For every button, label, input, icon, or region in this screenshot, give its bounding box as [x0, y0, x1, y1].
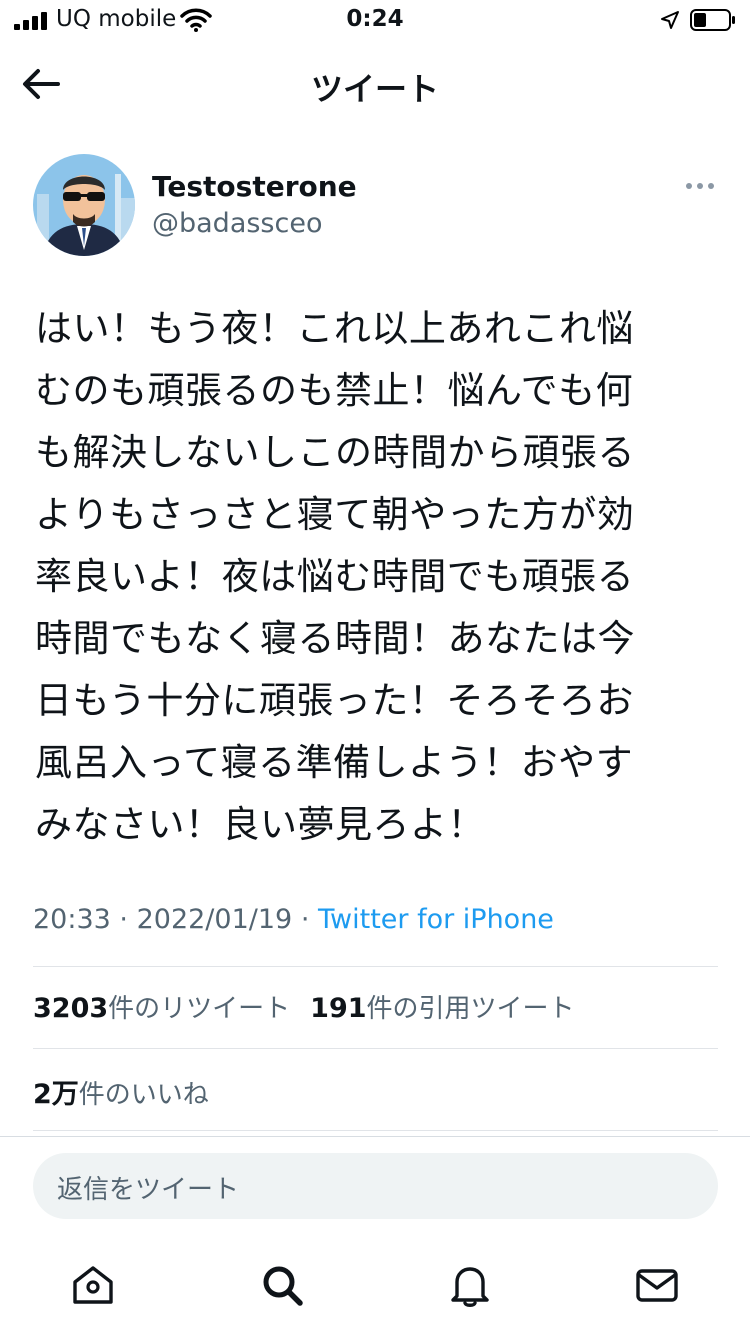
- retweets-count: 3203: [33, 993, 109, 1024]
- meta-separator: ·: [119, 904, 128, 935]
- likes-label: 件のいいね: [78, 1080, 209, 1110]
- divider: [33, 966, 718, 967]
- quotes-label: 件の引用ツイート: [366, 994, 575, 1024]
- engagement-stats: 3203件のリツイート 191件の引用ツイート: [33, 988, 575, 1025]
- reply-placeholder: 返信をツイート: [57, 1175, 240, 1205]
- tweet-source-link[interactable]: Twitter for iPhone: [318, 904, 554, 935]
- retweets-link[interactable]: 3203件のリツイート: [33, 993, 291, 1024]
- notifications-icon[interactable]: [447, 1262, 493, 1308]
- tweet-text: はい！もう夜！これ以上あれこれ悩 むのも頑張るのも禁止！悩んでも何 も解決しない…: [35, 307, 635, 846]
- divider: [33, 1048, 718, 1049]
- clock: 0:24: [346, 6, 404, 32]
- meta-separator: ·: [300, 904, 310, 935]
- status-bar: UQ mobile 0:24: [0, 0, 750, 42]
- avatar-illustration: [33, 154, 135, 256]
- top-bar: ツイート: [0, 50, 750, 120]
- reply-bar-divider: [0, 1136, 750, 1137]
- location-arrow-icon: [661, 11, 679, 29]
- home-icon[interactable]: [70, 1262, 116, 1308]
- quotes-link[interactable]: 191件の引用ツイート: [310, 993, 575, 1024]
- author-handle[interactable]: @badassceo: [152, 208, 322, 239]
- likes-link[interactable]: 2万件のいいね: [33, 1072, 209, 1111]
- battery-icon: [690, 9, 735, 31]
- retweets-label: 件のリツイート: [108, 994, 291, 1024]
- search-icon[interactable]: [259, 1262, 305, 1308]
- tweet-date: 2022/01/19: [136, 904, 293, 935]
- page-title: ツイート: [310, 70, 439, 108]
- bottom-tab-bar: [0, 1250, 750, 1334]
- author-avatar[interactable]: [33, 154, 135, 256]
- divider: [33, 1130, 718, 1131]
- author-name[interactable]: Testosterone: [152, 170, 357, 203]
- tweet-time: 20:33: [33, 904, 111, 935]
- more-options-icon[interactable]: [684, 174, 716, 198]
- quotes-count: 191: [310, 993, 367, 1024]
- likes-count: 2万: [33, 1079, 79, 1110]
- tweet-meta: 20:33 · 2022/01/19 · Twitter for iPhone: [33, 904, 554, 935]
- reply-input[interactable]: 返信をツイート: [33, 1153, 718, 1219]
- messages-icon[interactable]: [634, 1262, 680, 1308]
